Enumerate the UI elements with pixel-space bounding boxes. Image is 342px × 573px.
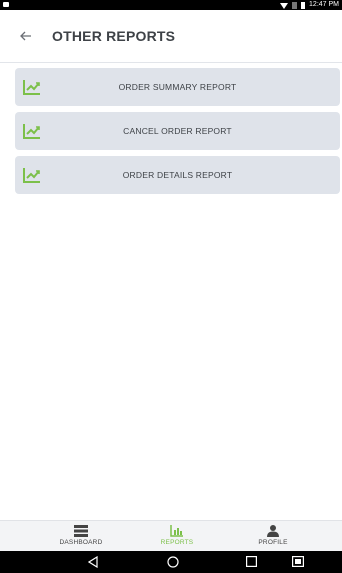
report-label: ORDER DETAILS REPORT xyxy=(122,170,233,180)
nav-label: PROFILE xyxy=(258,539,288,546)
system-nav-bar xyxy=(0,551,342,573)
report-item-cancel-order[interactable]: CANCEL ORDER REPORT xyxy=(15,112,340,150)
report-item-order-details[interactable]: ORDER DETAILS REPORT xyxy=(15,156,340,194)
report-label: ORDER SUMMARY REPORT xyxy=(118,82,237,92)
nav-label: DASHBOARD xyxy=(59,539,103,546)
status-time: 12:47 PM xyxy=(309,1,339,8)
report-item-order-summary[interactable]: ORDER SUMMARY REPORT xyxy=(15,68,340,106)
page-title: OTHER REPORTS xyxy=(52,28,176,44)
screenshot-icon[interactable] xyxy=(292,556,304,567)
trend-chart-icon xyxy=(23,80,40,95)
report-label: CANCEL ORDER REPORT xyxy=(123,126,232,136)
nav-item-dashboard[interactable]: DASHBOARD xyxy=(36,525,126,549)
nav-label: REPORTS xyxy=(160,539,194,546)
bottom-nav: DASHBOARD REPORTS PROFILE xyxy=(0,520,342,551)
trend-chart-icon xyxy=(23,168,40,183)
battery-icon xyxy=(301,1,306,9)
report-list: ORDER SUMMARY REPORT CANCEL ORDER REPORT… xyxy=(15,68,340,200)
status-bar: 12:47 PM xyxy=(0,0,342,10)
notification-icon xyxy=(3,2,9,7)
nav-item-reports[interactable]: REPORTS xyxy=(132,525,222,549)
app-bar: OTHER REPORTS xyxy=(0,10,342,63)
dashboard-icon xyxy=(74,525,88,537)
wifi-icon xyxy=(280,2,289,9)
profile-icon xyxy=(267,525,279,537)
arrow-left-icon xyxy=(20,31,31,41)
recents-square-icon[interactable] xyxy=(246,556,257,567)
home-circle-icon[interactable] xyxy=(167,556,179,568)
status-icons: 12:47 PM xyxy=(280,1,339,9)
back-triangle-icon[interactable] xyxy=(88,556,98,568)
trend-chart-icon xyxy=(23,124,40,139)
back-button[interactable] xyxy=(16,26,36,46)
signal-icon xyxy=(292,1,298,9)
reports-icon xyxy=(170,525,183,537)
nav-item-profile[interactable]: PROFILE xyxy=(228,525,318,549)
